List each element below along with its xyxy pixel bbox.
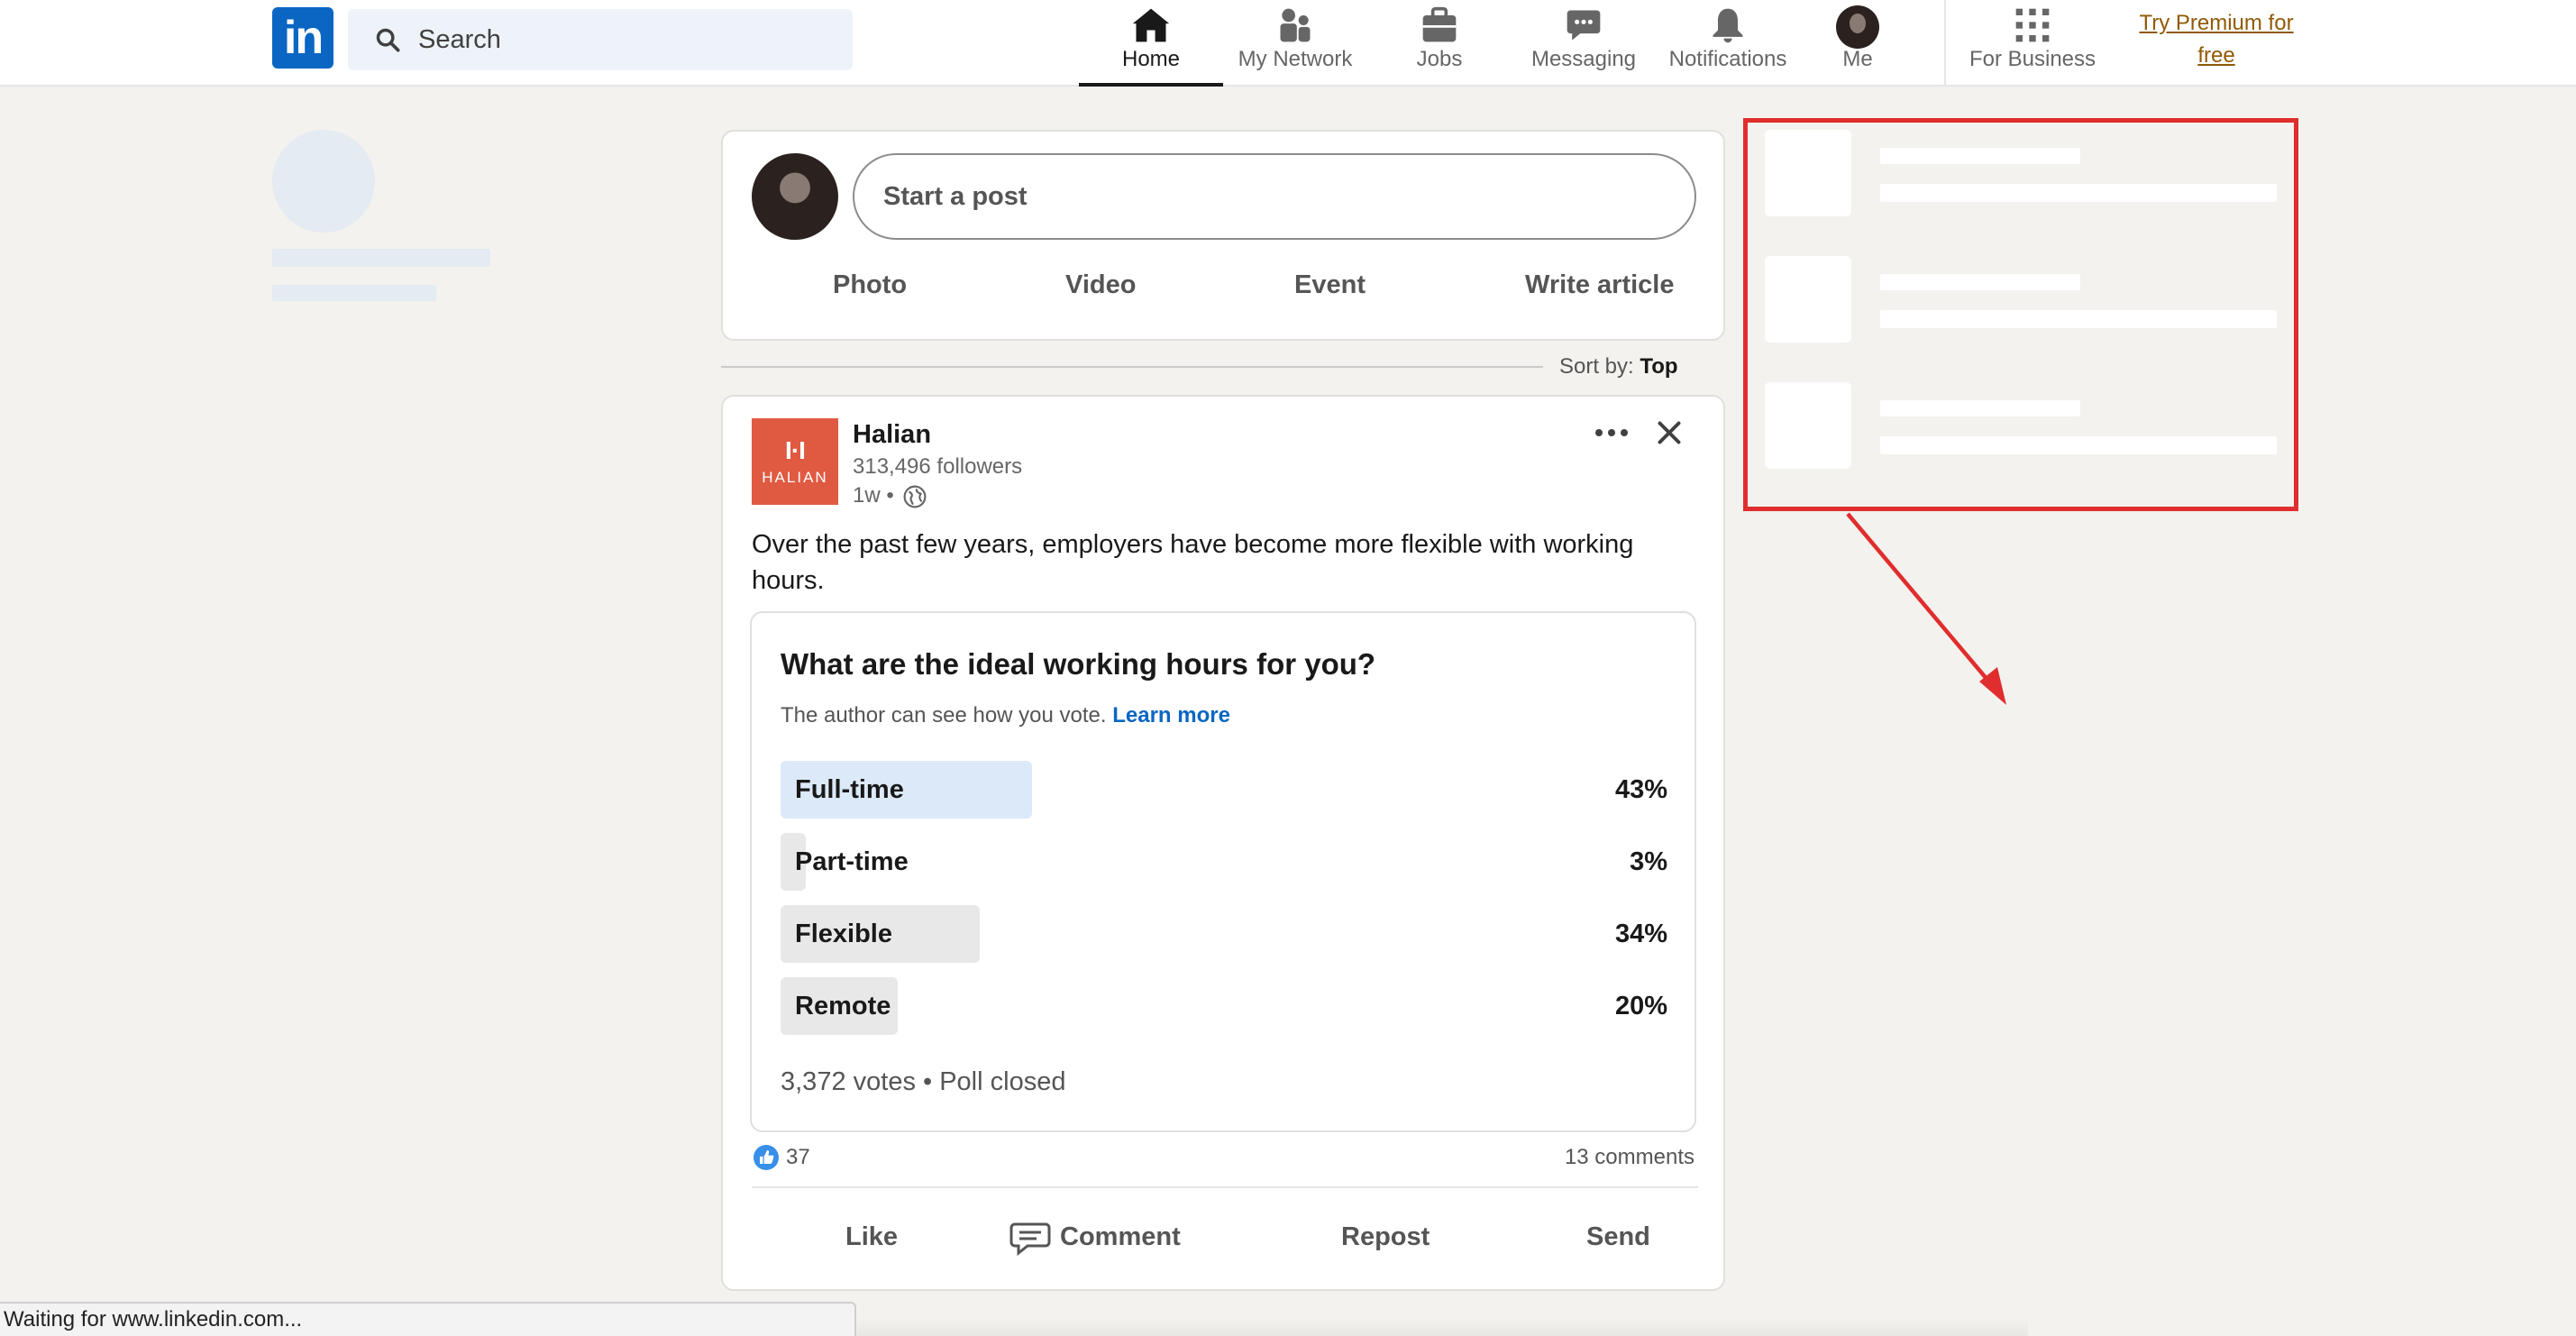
video-button[interactable]: Video [1065,270,1136,300]
sort-label: Sort by: [1559,354,1634,379]
company-logo[interactable]: I·I HALIAN [752,418,838,505]
post-time: 1w • [853,483,894,508]
comment-count[interactable]: 13 comments [1565,1145,1694,1170]
share-box: Start a post Photo Video Event Write art… [721,130,1725,341]
user-avatar[interactable] [752,153,838,240]
poll-option: Remote 20% [781,977,1667,1035]
photo-button[interactable]: Photo [833,270,907,300]
start-post-button[interactable]: Start a post [853,153,1696,240]
top-nav: in Search Home My Network Jobs Messaging… [0,0,2576,87]
search-input[interactable]: Search [348,9,853,70]
reaction-count[interactable]: 37 [786,1145,810,1170]
grid-icon [2015,8,2050,42]
poll: What are the ideal working hours for you… [750,611,1696,1132]
post-text: Over the past few years, employers have … [752,530,1634,595]
nav-notifications[interactable]: Notifications [1656,0,1800,87]
profile-headline-placeholder [272,285,436,301]
sort-divider [721,366,1543,368]
poll-option: Flexible 34% [781,905,1667,963]
poll-option-label: Part-time [795,847,909,876]
nav-home-label: Home [1121,47,1181,71]
sort-value: Top [1640,354,1678,379]
profile-name-placeholder [272,249,490,267]
poll-option: Full-time 43% [781,761,1667,819]
search-placeholder: Search [418,25,501,54]
like-button[interactable]: Like [845,1222,898,1252]
poll-question: What are the ideal working hours for you… [781,647,1376,681]
comment-icon [1009,1222,1051,1257]
nav-for-business-label: For Business [1969,47,2096,71]
premium-line-2: free [2197,43,2235,68]
poll-note-text: The author can see how you vote. [781,703,1107,727]
linkedin-logo[interactable]: in [272,7,333,69]
feed-post: I·I HALIAN Halian 313,496 followers 1w •… [721,395,1725,1291]
poll-option-percent: 34% [1614,920,1667,948]
event-button[interactable]: Event [1294,270,1366,300]
nav-me[interactable]: Me [1800,0,1915,87]
bell-icon [1713,8,1743,43]
people-icon [1280,8,1311,42]
poll-option-label: Flexible [795,920,892,948]
poll-option-percent: 3% [1630,847,1667,876]
company-logo-text: HALIAN [762,469,828,486]
like-reaction-icon[interactable] [754,1145,779,1170]
nav-jobs[interactable]: Jobs [1367,0,1512,87]
try-premium-link[interactable]: Try Premium for free [2125,7,2307,72]
more-options-icon[interactable] [1592,416,1631,449]
sort-dropdown[interactable]: Sort by: Top [1559,354,1678,380]
profile-avatar-placeholder [272,130,375,233]
send-button[interactable]: Send [1586,1222,1650,1252]
poll-option-label: Remote [795,992,891,1020]
annotation-highlight-box [1743,118,2298,511]
annotation-arrow [1846,512,2006,705]
close-icon[interactable] [1653,416,1685,449]
repost-button[interactable]: Repost [1341,1222,1430,1252]
post-divider [752,1186,1698,1188]
page-bottom-shadow [856,1318,2028,1336]
learn-more-link[interactable]: Learn more [1112,703,1230,727]
nav-my-network-label: My Network [1238,47,1353,71]
nav-notifications-label: Notifications [1668,47,1787,71]
poll-option-percent: 43% [1614,775,1667,804]
poll-votes-status: 3,372 votes • Poll closed [781,1067,1066,1096]
nav-jobs-label: Jobs [1416,47,1463,71]
follower-count: 313,496 followers [853,454,1023,479]
search-icon [376,28,400,52]
home-icon [1132,8,1170,42]
globe-icon [903,485,927,508]
nav-separator [1944,0,1946,87]
premium-line-1: Try Premium for [2139,11,2294,35]
nav-messaging[interactable]: Messaging [1512,0,1656,87]
company-logo-monogram: I·I [785,436,806,464]
browser-status-bar: Waiting for www.linkedin.com... [0,1302,856,1336]
briefcase-icon [1422,6,1457,42]
chat-icon [1567,10,1601,41]
company-name[interactable]: Halian [853,420,931,450]
avatar [1836,5,1879,49]
write-article-button[interactable]: Write article [1525,270,1674,300]
nav-my-network[interactable]: My Network [1223,0,1367,87]
comment-button[interactable]: Comment [1060,1222,1181,1252]
poll-option: Part-time 3% [781,833,1667,891]
nav-for-business[interactable]: For Business [1949,0,2116,87]
poll-option-label: Full-time [795,775,904,804]
nav-me-label: Me [1842,47,1873,71]
nav-home[interactable]: Home [1079,0,1223,87]
poll-option-percent: 20% [1614,992,1667,1020]
poll-note: The author can see how you vote. Learn m… [781,703,1230,728]
nav-messaging-label: Messaging [1530,47,1637,71]
